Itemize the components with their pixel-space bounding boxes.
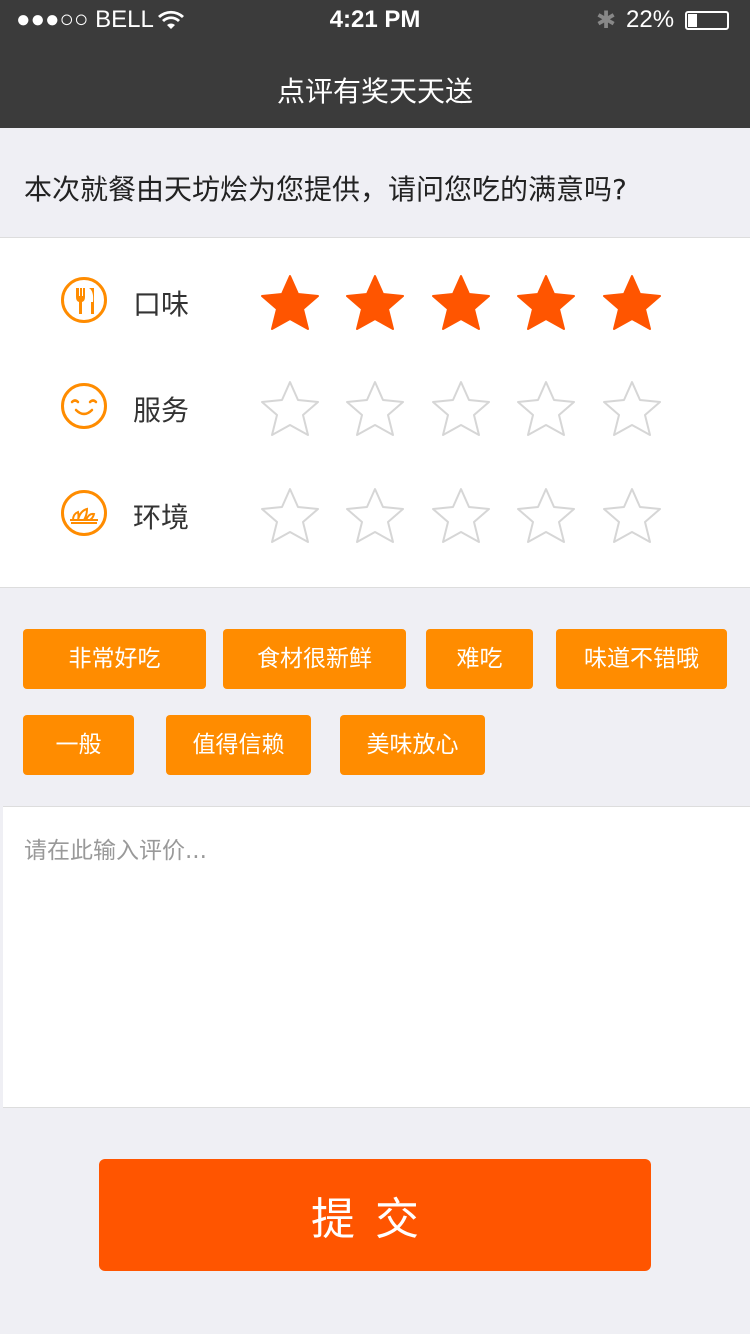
star-filled-icon[interactable] — [430, 273, 492, 333]
tag-button[interactable]: 难吃 — [426, 629, 533, 689]
rating-label: 服务 — [133, 394, 190, 427]
tag-button[interactable]: 美味放心 — [340, 715, 485, 775]
star-empty-icon[interactable] — [344, 379, 406, 439]
tag-button[interactable]: 味道不错哦 — [556, 629, 727, 689]
star-empty-icon[interactable] — [515, 379, 577, 439]
top-bar: ●●●○○ BELL 4:21 PM ✱ 22% 点评有奖天天送 — [0, 0, 750, 128]
smile-icon — [61, 383, 107, 429]
star-empty-icon[interactable] — [601, 486, 663, 546]
bluetooth-icon: ✱ — [596, 7, 617, 34]
comment-input[interactable] — [3, 807, 750, 1107]
star-filled-icon[interactable] — [259, 273, 321, 333]
star-filled-icon[interactable] — [344, 273, 406, 333]
star-filled-icon[interactable] — [601, 273, 663, 333]
star-empty-icon[interactable] — [430, 379, 492, 439]
rating-label: 环境 — [133, 501, 190, 534]
star-empty-icon[interactable] — [259, 379, 321, 439]
star-empty-icon[interactable] — [515, 486, 577, 546]
star-empty-icon[interactable] — [430, 486, 492, 546]
opera-house-icon — [61, 490, 107, 536]
comment-box[interactable] — [3, 806, 750, 1108]
tag-button[interactable]: 非常好吃 — [23, 629, 206, 689]
submit-button[interactable]: 提交 — [99, 1159, 651, 1271]
rating-label: 口味 — [133, 288, 190, 321]
tag-button[interactable]: 食材很新鲜 — [223, 629, 406, 689]
tag-button[interactable]: 一般 — [23, 715, 134, 775]
star-empty-icon[interactable] — [259, 486, 321, 546]
tag-button[interactable]: 值得信赖 — [166, 715, 311, 775]
question-text: 本次就餐由天坊烩为您提供，请问您吃的满意吗? — [24, 173, 627, 206]
star-filled-icon[interactable] — [515, 273, 577, 333]
star-empty-icon[interactable] — [601, 379, 663, 439]
star-empty-icon[interactable] — [344, 486, 406, 546]
utensils-icon — [61, 277, 107, 323]
page-title: 点评有奖天天送 — [276, 75, 473, 108]
battery-icon — [685, 11, 729, 30]
battery-percent: 22% — [626, 6, 675, 33]
